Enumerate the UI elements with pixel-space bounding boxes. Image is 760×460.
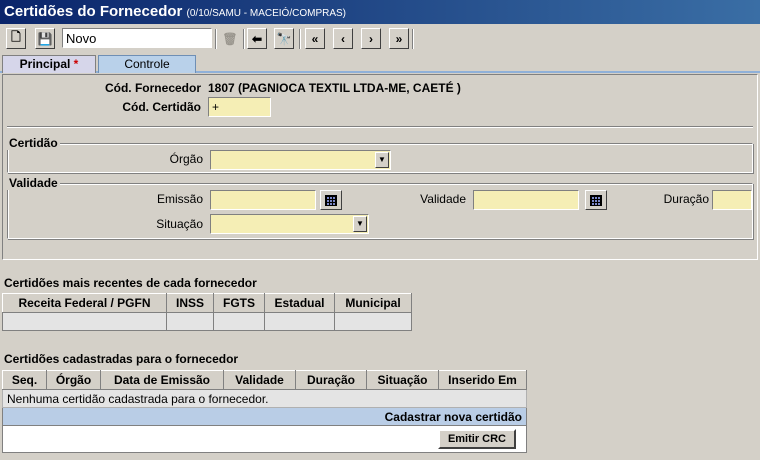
table-cell <box>166 312 214 331</box>
trash-icon[interactable]: 🗑 <box>220 28 240 49</box>
required-mark: * <box>73 57 79 71</box>
column-header: Data de Emissão <box>100 370 224 390</box>
calendar-icon <box>590 194 602 206</box>
new-icon[interactable]: 🗋 <box>6 28 26 49</box>
fornecedor-label: Cód. Fornecedor <box>104 81 201 95</box>
table-footer: Emitir CRC <box>2 425 527 453</box>
column-header: Receita Federal / PGFN <box>2 293 167 313</box>
toolbar-separator <box>243 29 245 49</box>
column-header: Situação <box>366 370 439 390</box>
toolbar: 🗋 💾 Novo 🗑 ⬅ 🔭 « ‹ › » <box>0 26 760 52</box>
first-record-icon[interactable]: « <box>305 28 325 49</box>
window-title: Certidões do Fornecedor (0/10/SAMU - MAC… <box>4 3 346 20</box>
table-header-row: Receita Federal / PGFN INSS FGTS Estadua… <box>2 293 412 313</box>
table-row <box>2 312 412 331</box>
duracao-field[interactable] <box>712 190 752 210</box>
calendar-icon <box>325 194 337 206</box>
empty-message: Nenhuma certidão cadastrada para o forne… <box>2 389 527 408</box>
table-cell <box>2 312 167 331</box>
binoculars-icon[interactable]: 🔭 <box>274 28 294 49</box>
window-title-bar: Certidões do Fornecedor (0/10/SAMU - MAC… <box>0 0 760 24</box>
certidao-group-legend: Certidão <box>7 136 60 150</box>
table-row: Cadastrar nova certidão <box>2 407 527 426</box>
column-header: Municipal <box>334 293 412 313</box>
column-header: INSS <box>166 293 214 313</box>
divider <box>7 126 753 128</box>
toolbar-separator <box>299 29 301 49</box>
certidao-code-field[interactable]: + <box>208 97 271 117</box>
column-header: Órgão <box>46 370 101 390</box>
column-header: Validade <box>223 370 296 390</box>
emitir-crc-button[interactable]: Emitir CRC <box>437 429 516 449</box>
table-cell <box>334 312 412 331</box>
validade-calendar-icon[interactable] <box>585 190 607 210</box>
situacao-label: Situação <box>156 217 203 231</box>
recent-table: Receita Federal / PGFN INSS FGTS Estadua… <box>2 293 412 331</box>
table-header-row: Seq. Órgão Data de Emissão Validade Dura… <box>2 370 527 390</box>
column-header: FGTS <box>213 293 265 313</box>
certidao-code-label: Cód. Certidão <box>122 100 201 114</box>
validade-label: Validade <box>420 192 466 206</box>
previous-record-icon[interactable]: ‹ <box>333 28 353 49</box>
form-panel: Cód. Fornecedor 1807 (PAGNIOCA TEXTIL LT… <box>2 74 758 260</box>
next-record-icon[interactable]: › <box>361 28 381 49</box>
table-row: Nenhuma certidão cadastrada para o forne… <box>2 389 527 408</box>
fornecedor-value: 1807 (PAGNIOCA TEXTIL LTDA-ME, CAETÉ ) <box>208 81 461 95</box>
table-row: Emitir CRC <box>2 425 527 453</box>
window-title-text: Certidões do Fornecedor <box>4 3 183 20</box>
chevron-down-icon[interactable]: ▼ <box>375 152 389 168</box>
toolbar-separator <box>215 29 217 49</box>
tab-principal[interactable]: Principal * <box>2 55 96 73</box>
column-header: Seq. <box>2 370 47 390</box>
validade-field[interactable] <box>473 190 579 210</box>
arrow-left-icon[interactable]: ⬅ <box>247 28 267 49</box>
window-subtitle: (0/10/SAMU - MACEIÓ/COMPRAS) <box>186 8 346 19</box>
add-certidao-link[interactable]: Cadastrar nova certidão <box>2 407 527 426</box>
situacao-select[interactable]: ▼ <box>210 214 369 234</box>
duracao-label: Duração <box>663 192 709 206</box>
table-cell <box>213 312 265 331</box>
chevron-down-icon[interactable]: ▼ <box>353 216 367 232</box>
tab-principal-label: Principal <box>19 57 71 71</box>
column-header: Duração <box>295 370 367 390</box>
last-record-icon[interactable]: » <box>389 28 409 49</box>
emissao-calendar-icon[interactable] <box>320 190 342 210</box>
orgao-select[interactable]: ▼ <box>210 150 391 170</box>
save-icon[interactable]: 💾 <box>35 28 55 49</box>
toolbar-separator <box>412 29 414 49</box>
tab-strip: Principal * Controle <box>0 55 760 73</box>
registered-table: Seq. Órgão Data de Emissão Validade Dura… <box>2 370 527 453</box>
column-header: Estadual <box>264 293 335 313</box>
column-header: Inserido Em <box>438 370 527 390</box>
table-cell <box>264 312 335 331</box>
tab-controle[interactable]: Controle <box>98 55 196 73</box>
validade-group <box>7 183 753 239</box>
orgao-label: Órgão <box>169 152 203 166</box>
record-name-input[interactable]: Novo <box>62 28 212 48</box>
registered-section-title: Certidões cadastradas para o fornecedor <box>4 352 239 366</box>
tab-controle-label: Controle <box>124 57 170 71</box>
emissao-label: Emissão <box>156 192 203 206</box>
recent-section-title: Certidões mais recentes de cada forneced… <box>4 276 257 290</box>
emissao-field[interactable] <box>210 190 316 210</box>
validade-group-legend: Validade <box>7 176 60 190</box>
